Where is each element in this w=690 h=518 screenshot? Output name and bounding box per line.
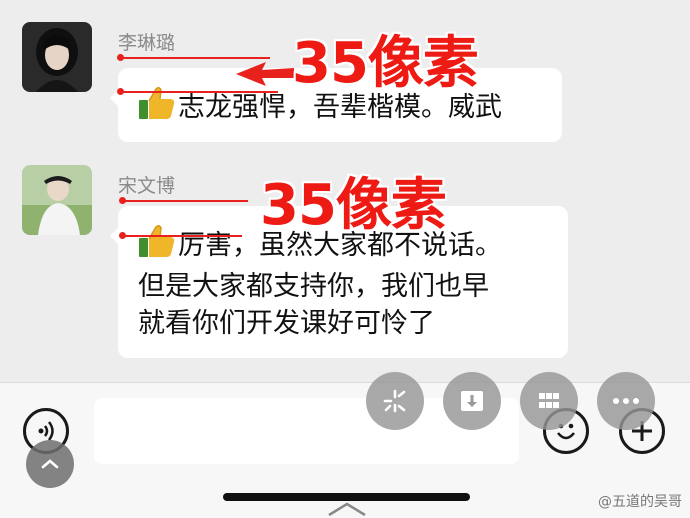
message-text: 志龙强悍，吾辈楷模。威武 bbox=[178, 92, 502, 123]
measure-dot bbox=[117, 88, 124, 95]
avatar-song-wenbo[interactable] bbox=[22, 165, 92, 235]
avatar-image bbox=[22, 165, 92, 235]
measure-dot bbox=[117, 54, 124, 61]
message-text-line-2: 但是大家都支持你，我们也早 bbox=[138, 271, 489, 302]
nav-home-icon[interactable] bbox=[325, 501, 369, 517]
avatar-li-linlu[interactable] bbox=[22, 22, 92, 92]
thumbs-up-icon bbox=[138, 224, 176, 268]
measure-dot bbox=[119, 232, 126, 239]
download-icon bbox=[461, 391, 483, 411]
annotation-label: 35像素 bbox=[260, 173, 447, 238]
annotation-label: 35像素 bbox=[292, 31, 479, 96]
sender-name: 宋文博 bbox=[118, 175, 176, 197]
measure-line-bottom bbox=[118, 91, 278, 93]
download-button[interactable] bbox=[443, 372, 501, 430]
home-indicator[interactable] bbox=[223, 493, 470, 501]
sparkle-button[interactable] bbox=[366, 372, 424, 430]
sender-name: 李琳璐 bbox=[118, 32, 176, 54]
sparkle-icon bbox=[383, 389, 406, 413]
arrow-icon bbox=[236, 62, 294, 86]
watermark: @五道的吴哥 bbox=[598, 494, 682, 510]
collapse-icon bbox=[41, 459, 59, 469]
measure-dot bbox=[119, 197, 126, 204]
more-icon bbox=[613, 398, 639, 404]
measure-line-top bbox=[120, 200, 248, 202]
more-button[interactable] bbox=[597, 372, 655, 430]
grid-button[interactable] bbox=[520, 372, 578, 430]
measure-line-bottom bbox=[120, 235, 242, 237]
grid-icon bbox=[539, 393, 559, 408]
message-text-line-3: 就看你们开发课好可怜了 bbox=[138, 308, 435, 339]
avatar-image bbox=[22, 22, 92, 92]
collapse-button[interactable] bbox=[26, 440, 74, 488]
